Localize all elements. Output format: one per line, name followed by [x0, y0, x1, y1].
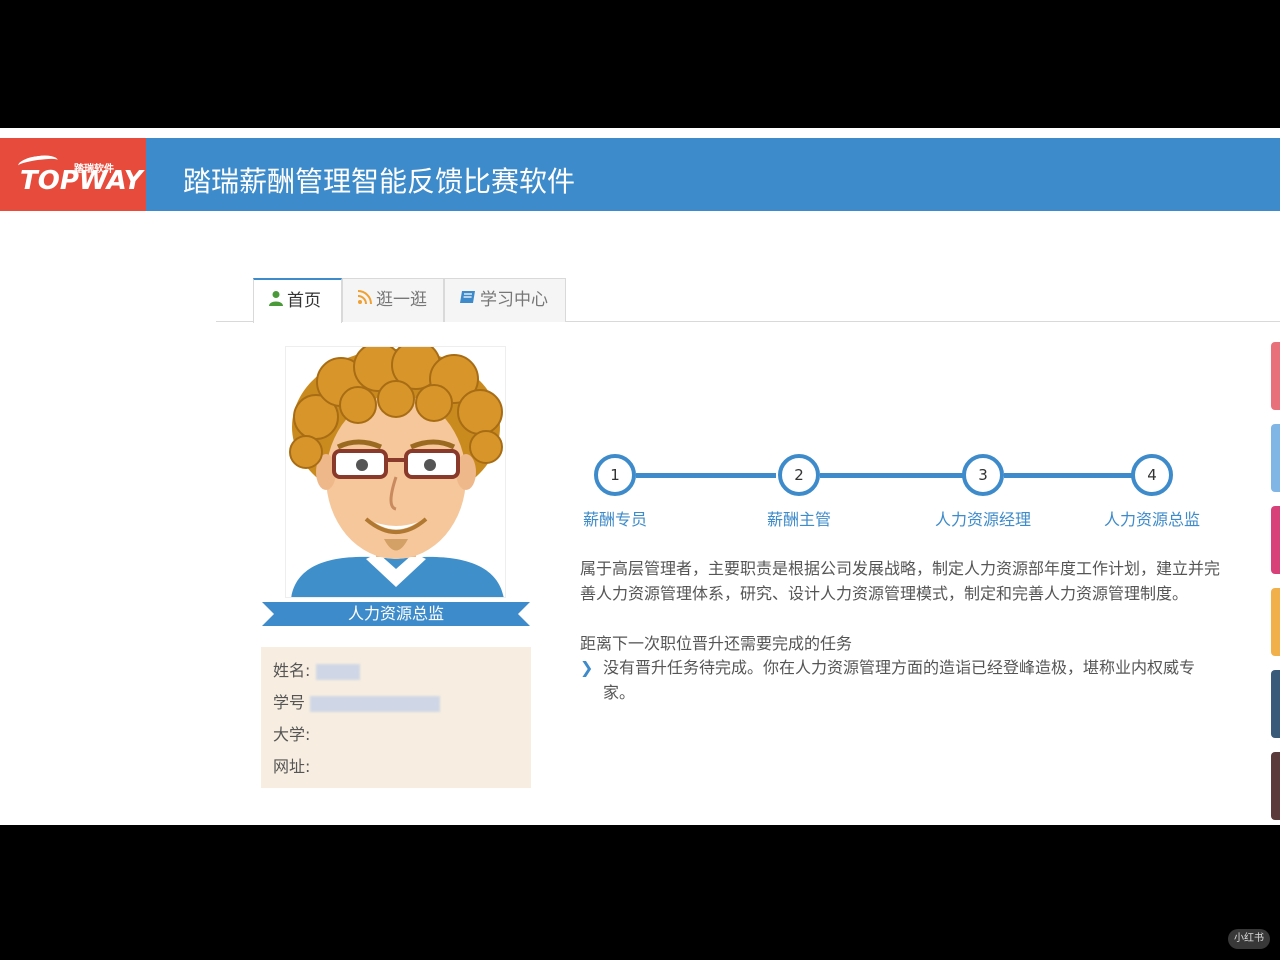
student-id-label: 学号: [273, 693, 306, 712]
step-label-4: 人力资源总监: [1103, 510, 1200, 529]
side-tab[interactable]: [1271, 670, 1280, 738]
name-value-redacted: [315, 663, 360, 680]
topway-logo: 踏瑞软件 TOPWAY: [0, 138, 146, 211]
user-icon: [268, 280, 284, 322]
ribbon-tail-left: [262, 602, 274, 626]
info-row-student-id: 学号: [273, 689, 441, 713]
side-tab[interactable]: [1271, 506, 1280, 574]
name-label: 姓名:: [273, 661, 311, 680]
task-item: ❯ 没有晋升任务待完成。你在人力资源管理方面的造诣已经登峰造极，堪称业内权威专家…: [580, 655, 1210, 705]
step-label-3: 人力资源经理: [934, 510, 1031, 529]
role-title: 人力资源总监: [347, 604, 444, 623]
app-screen: 踏瑞软件 TOPWAY 踏瑞薪酬管理智能反馈比赛软件 首页 逛一逛 学习中心 人…: [0, 128, 1280, 825]
book-icon: [459, 279, 477, 321]
university-label: 大学:: [273, 725, 311, 744]
tab-learning-center-label: 学习中心: [480, 290, 548, 310]
right-side-tabs: [1271, 342, 1280, 822]
step-circle-4: 4: [1131, 454, 1173, 496]
rss-icon: [357, 279, 373, 321]
career-steps: 1 2 3 4 薪酬专员 薪酬主管 人力资源经理 人力资源总监: [580, 446, 1240, 536]
app-title: 踏瑞薪酬管理智能反馈比赛软件: [183, 165, 576, 198]
tab-browse[interactable]: 逛一逛: [342, 278, 444, 322]
step-label-1: 薪酬专员: [582, 510, 647, 529]
info-row-website: 网址:: [273, 753, 310, 777]
profile-info-card: 姓名: 学号 大学: 网址:: [261, 647, 531, 788]
step-circle-2: 2: [778, 454, 820, 496]
remaining-tasks-title: 距离下一次职位晋升还需要完成的任务: [580, 634, 853, 653]
step-circle-1: 1: [594, 454, 636, 496]
role-ribbon: 人力资源总监: [262, 602, 530, 626]
side-tab[interactable]: [1271, 752, 1280, 820]
info-row-university: 大学:: [273, 721, 310, 745]
step-connector: [1004, 473, 1134, 478]
step-connector: [820, 473, 964, 478]
side-tab[interactable]: [1271, 588, 1280, 656]
info-row-name: 姓名:: [273, 657, 360, 681]
ribbon-tail-right: [518, 602, 530, 626]
chevron-right-icon: ❯: [580, 658, 594, 677]
app-header: 踏瑞软件 TOPWAY 踏瑞薪酬管理智能反馈比赛软件: [0, 138, 1280, 211]
step-connector: [636, 473, 776, 478]
step-label-2: 薪酬主管: [766, 510, 831, 529]
website-label: 网址:: [273, 757, 311, 776]
watermark: 小红书: [1228, 929, 1270, 949]
avatar: [285, 346, 506, 598]
tab-browse-label: 逛一逛: [376, 290, 427, 310]
tab-learning-center[interactable]: 学习中心: [444, 278, 566, 322]
tab-home[interactable]: 首页: [253, 278, 342, 323]
main-tabs: 首页 逛一逛 学习中心: [216, 278, 1280, 323]
logo-text: TOPWAY: [20, 166, 143, 196]
side-tab[interactable]: [1271, 424, 1280, 492]
student-id-value-redacted: [310, 695, 441, 712]
tab-home-label: 首页: [287, 291, 321, 311]
role-description: 属于高层管理者，主要职责是根据公司发展战略，制定人力资源部年度工作计划，建立并完…: [580, 559, 1221, 603]
step-circle-3: 3: [962, 454, 1004, 496]
side-tab[interactable]: [1271, 342, 1280, 410]
task-text: 没有晋升任务待完成。你在人力资源管理方面的造诣已经登峰造极，堪称业内权威专家。: [603, 658, 1196, 702]
